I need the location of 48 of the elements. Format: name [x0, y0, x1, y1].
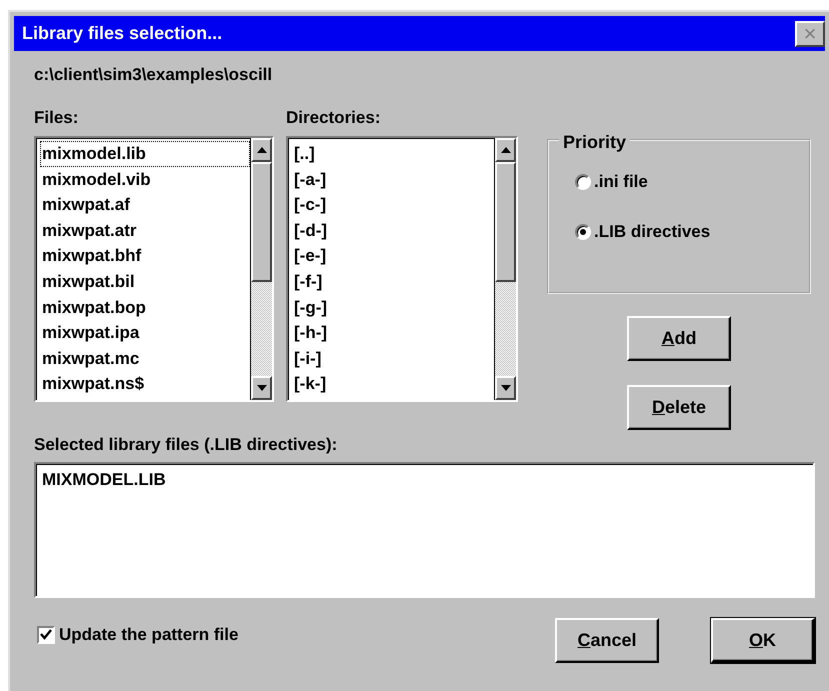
check-icon [40, 629, 52, 640]
radio-label[interactable]: .LIB directives [594, 219, 710, 245]
scrollbar[interactable] [250, 138, 272, 400]
scrollbar[interactable] [494, 138, 516, 400]
checkbox-label[interactable]: Update the pattern file [59, 622, 238, 648]
list-item[interactable]: [..] [292, 141, 494, 167]
list-item[interactable]: [-k-] [292, 371, 494, 397]
list-item[interactable]: mixwpat.ipa [40, 320, 250, 346]
scroll-thumb[interactable] [251, 162, 272, 282]
up-arrow-icon [256, 147, 266, 153]
cancel-button[interactable]: Cancel [555, 618, 659, 663]
list-item[interactable]: mixwpat.atr [40, 218, 250, 244]
list-item[interactable]: [-i-] [292, 346, 494, 372]
selected-files-label: Selected library files (.LIB directives): [34, 435, 338, 455]
selected-files-list[interactable]: MIXMODEL.LIB [34, 462, 815, 598]
directories-label: Directories: [286, 108, 382, 128]
up-arrow-icon [500, 147, 510, 153]
list-item[interactable]: [-d-] [292, 218, 494, 244]
list-item[interactable]: mixwpat.bil [40, 268, 250, 295]
list-item[interactable]: [-f-] [292, 268, 494, 295]
list-item[interactable]: [-h-] [292, 320, 494, 346]
radio-label[interactable]: .ini file [594, 169, 648, 195]
list-item[interactable]: mixwpat.bhf [40, 243, 250, 269]
down-arrow-icon [256, 385, 266, 391]
delete-button[interactable]: Delete [627, 385, 731, 430]
window-title: Library files selection... [22, 22, 222, 45]
list-item[interactable]: mixwpat.ns$ [40, 371, 250, 397]
list-item[interactable]: mixwpat.af [40, 192, 250, 218]
list-item[interactable]: mixmodel.lib [40, 141, 250, 167]
list-item[interactable]: [-e-] [292, 243, 494, 269]
scroll-thumb[interactable] [495, 162, 516, 282]
list-item[interactable]: mixmodel.vib [40, 166, 250, 192]
ok-button[interactable]: OK [711, 618, 815, 663]
list-item[interactable]: [-a-] [292, 166, 494, 192]
directories-listbox[interactable]: [..] [-a-] [-c-] [-d-] [-e-] [-f-] [-g-] [-h-] [-i-] [-k-] [286, 136, 518, 402]
files-label: Files: [34, 108, 80, 128]
list-item[interactable]: mixwpat.bop [40, 294, 250, 320]
list-item[interactable]: [-g-] [292, 294, 494, 320]
radio-button[interactable] [575, 224, 591, 240]
files-listbox[interactable]: mixmodel.lib mixmodel.vib mixwpat.af mixwpat.atr mixwpat.bhf mixwpat.bil mixwpat.bop mixwpat.ipa mixwpat.mc mixwpat.ns$ [34, 136, 274, 402]
checkbox[interactable] [37, 626, 55, 644]
add-button[interactable]: Add [627, 316, 731, 361]
down-arrow-icon [500, 385, 510, 391]
current-path: c:\client\sim3\examples\oscill [34, 65, 274, 85]
list-item[interactable]: MIXMODEL.LIB [42, 467, 807, 492]
radio-button[interactable] [575, 174, 591, 190]
list-item[interactable]: mixwpat.mc [40, 346, 250, 372]
list-item[interactable]: [-c-] [292, 192, 494, 218]
